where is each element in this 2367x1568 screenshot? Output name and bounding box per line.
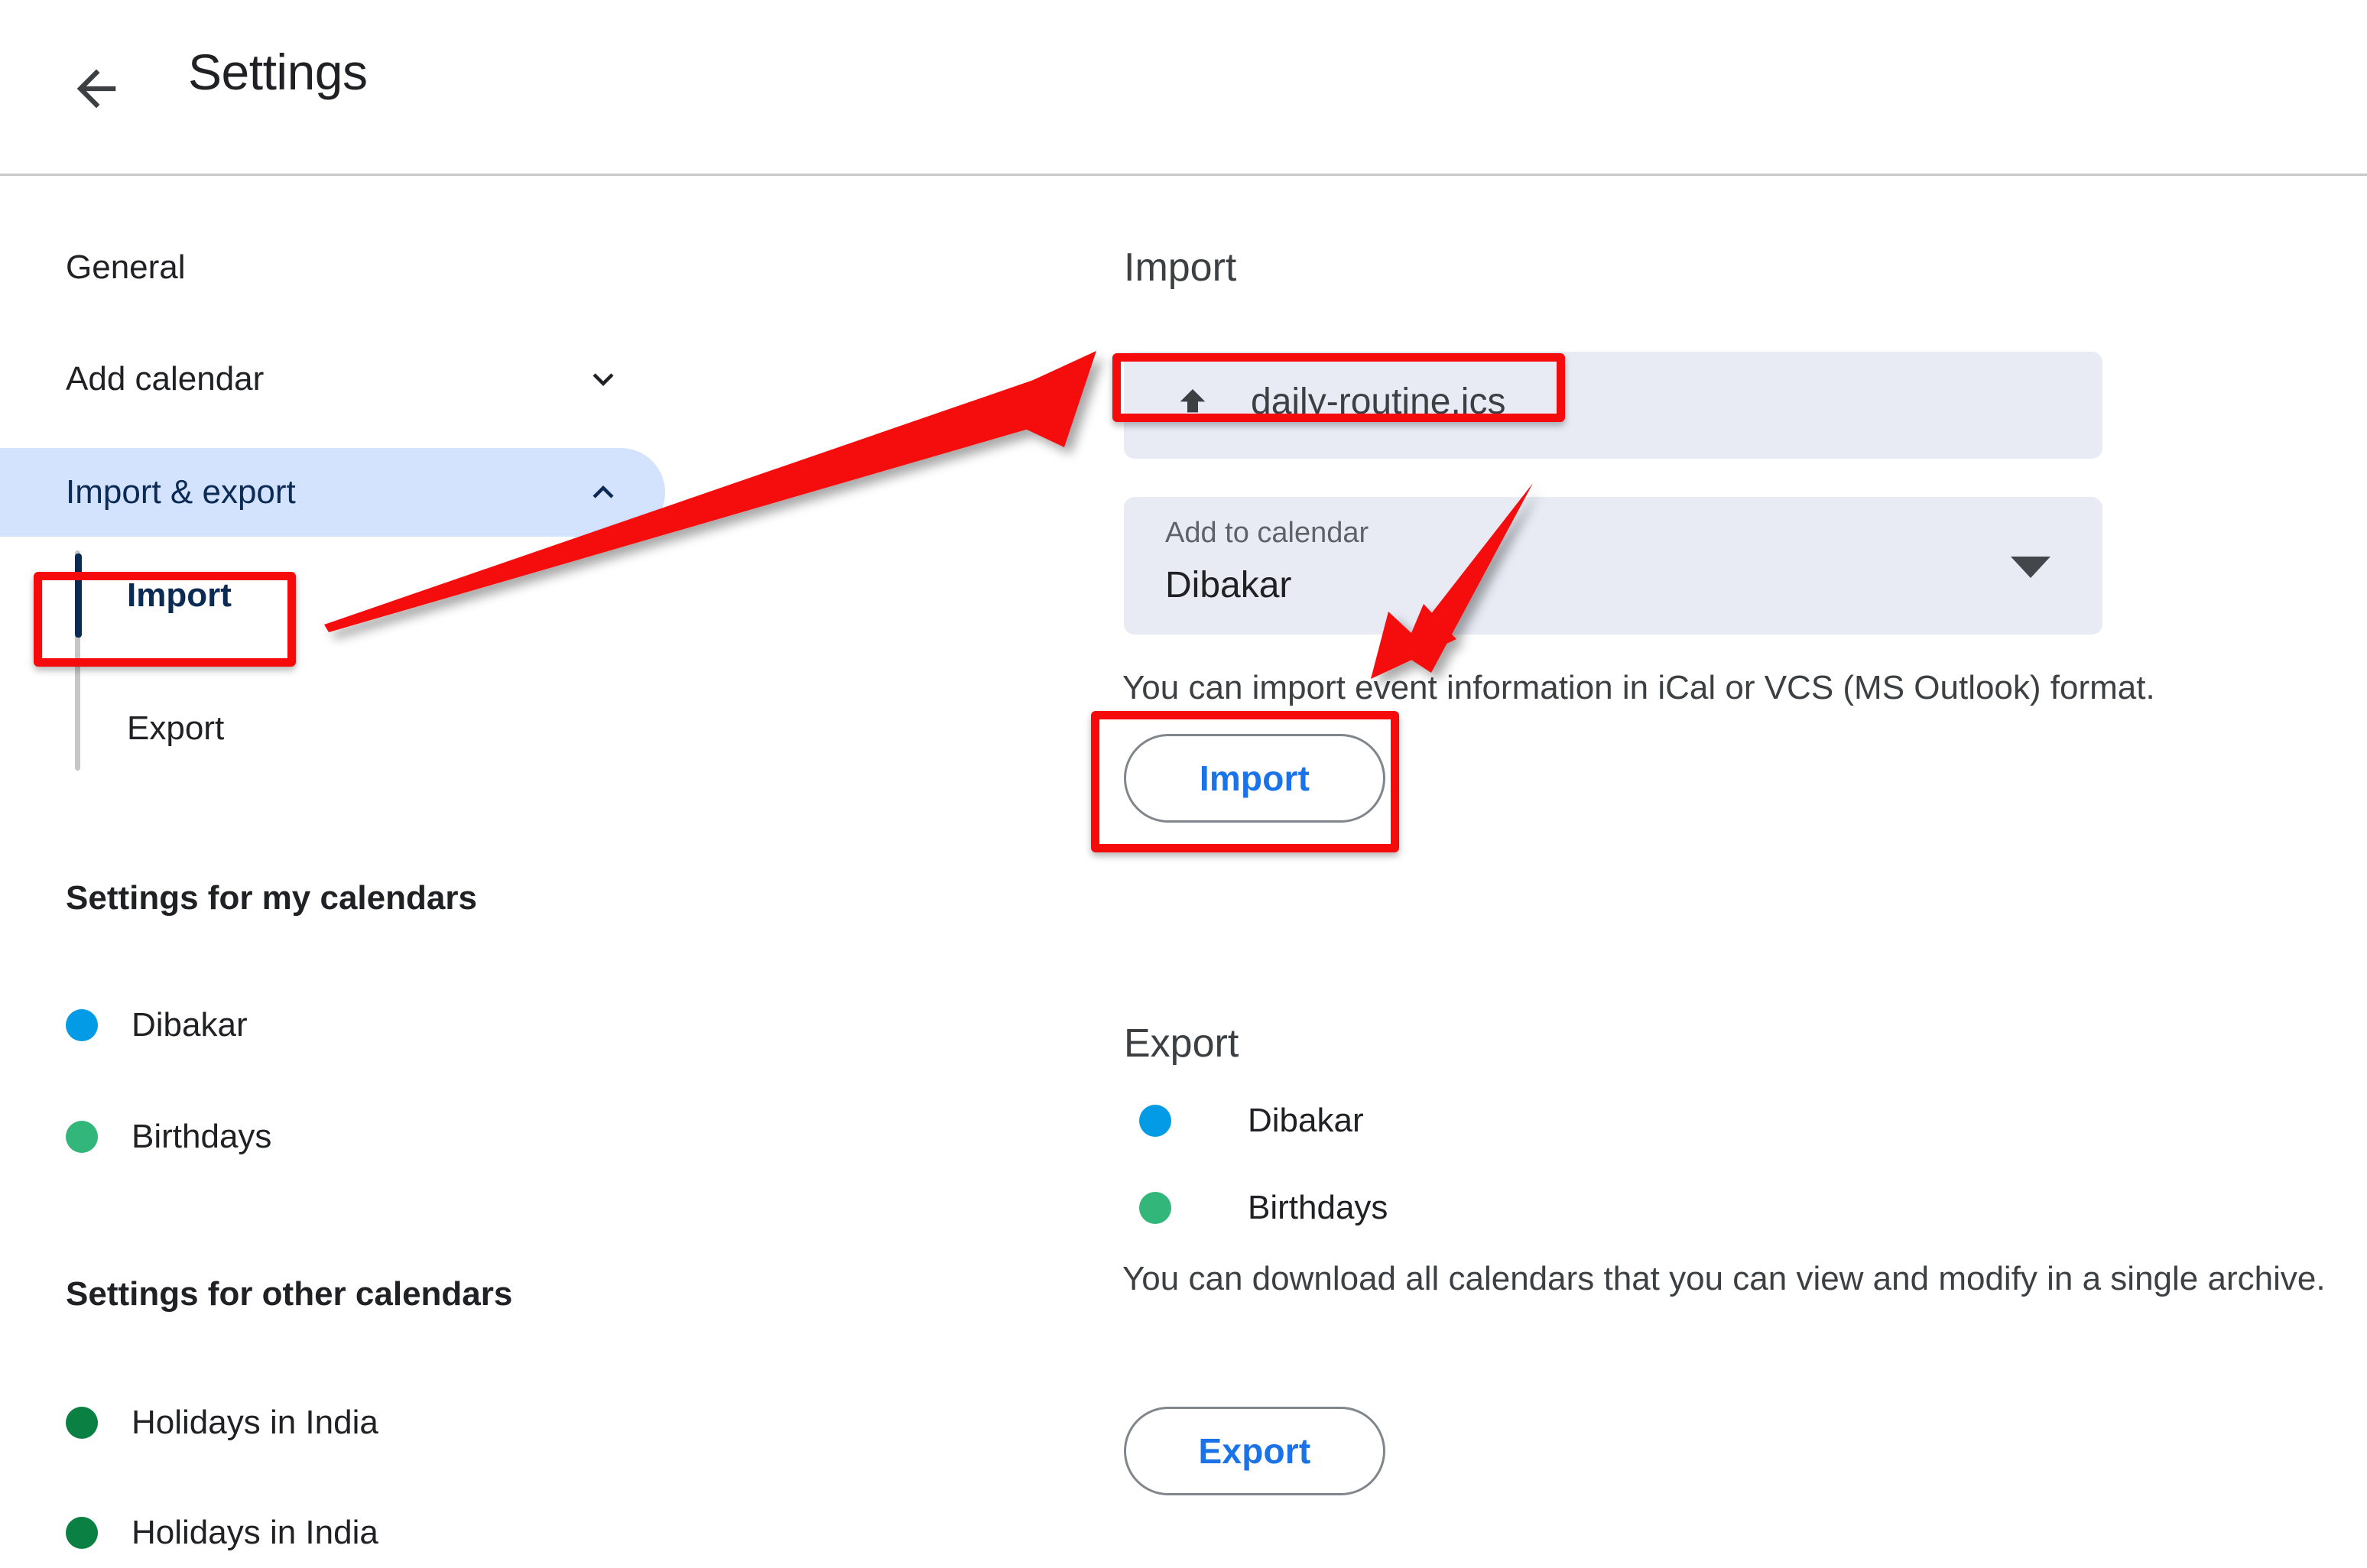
chevron-down-icon[interactable] (583, 359, 624, 400)
calendar-color-dot (66, 1517, 98, 1549)
my-calendars-heading: Settings for my calendars (66, 879, 477, 917)
caret-down-icon[interactable] (2011, 557, 2050, 578)
calendar-color-dot (66, 1121, 98, 1153)
sidebar-item-import[interactable]: Import (75, 554, 396, 638)
list-item[interactable]: Dibakar (66, 994, 601, 1057)
calendar-name: Birthdays (132, 1118, 272, 1155)
calendar-name: Dibakar (132, 1006, 248, 1044)
file-upload-icon (1171, 384, 1214, 427)
sidebar-item-label: General (66, 248, 186, 286)
add-to-calendar-value: Dibakar (1165, 565, 1292, 605)
sidebar-item-import-export[interactable]: Import & export (0, 448, 665, 537)
chevron-up-icon[interactable] (583, 472, 624, 513)
sidebar-subitem-label: Import (127, 576, 232, 614)
sidebar-item-add-calendar[interactable]: Add calendar (0, 338, 665, 420)
calendar-name: Holidays in India (132, 1404, 378, 1441)
add-to-calendar-label: Add to calendar (1165, 517, 1369, 549)
calendar-color-dot (66, 1407, 98, 1439)
arrow-left-icon[interactable] (67, 60, 125, 118)
calendar-name: Dibakar (1248, 1102, 1364, 1139)
sidebar-item-label: Import & export (66, 473, 296, 511)
import-help-text: You can import event information in iCal… (1122, 669, 2155, 706)
calendar-name: Holidays in India (132, 1514, 378, 1551)
calendar-color-dot (1139, 1105, 1171, 1137)
export-button[interactable]: Export (1124, 1407, 1385, 1495)
file-upload-field[interactable]: daily-routine.ics (1124, 352, 2102, 459)
export-section-heading: Export (1124, 1021, 1239, 1066)
import-button[interactable]: Import (1124, 734, 1385, 823)
list-item[interactable]: Birthdays (1124, 1177, 1812, 1238)
sidebar-item-general[interactable]: General (0, 226, 665, 309)
list-item[interactable]: Birthdays (66, 1105, 601, 1168)
settings-sidebar: General Add calendar Import & export Imp… (0, 176, 1070, 1568)
sidebar-subitem-label: Export (127, 709, 225, 747)
import-section-heading: Import (1124, 245, 1237, 290)
sidebar-item-label: Add calendar (66, 360, 265, 398)
calendar-name: Birthdays (1248, 1189, 1388, 1226)
calendar-color-dot (1139, 1192, 1171, 1224)
sidebar-item-export[interactable]: Export (75, 687, 396, 771)
export-help-text: You can download all calendars that you … (1122, 1260, 2326, 1297)
add-to-calendar-select[interactable]: Add to calendar Dibakar (1124, 497, 2102, 635)
app-header: Settings (0, 0, 2367, 176)
list-item[interactable]: Holidays in India (66, 1501, 601, 1564)
other-calendars-heading: Settings for other calendars (66, 1275, 513, 1313)
selected-file-name: daily-routine.ics (1251, 381, 1506, 422)
calendar-color-dot (66, 1009, 98, 1041)
list-item[interactable]: Holidays in India (66, 1391, 601, 1454)
page-title: Settings (188, 44, 368, 100)
settings-main-pane: Import daily-routine.ics Add to calendar… (1116, 176, 2367, 1568)
list-item[interactable]: Dibakar (1124, 1090, 1812, 1151)
settings-page: Settings General Add calendar Import & e… (0, 0, 2367, 1568)
